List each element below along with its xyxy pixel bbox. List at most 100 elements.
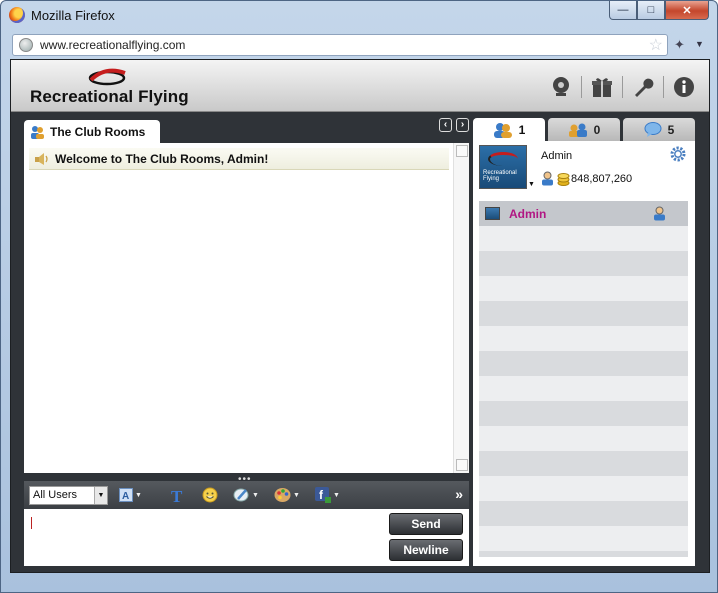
chat-bubble-icon	[644, 122, 662, 137]
url-text[interactable]: www.recreationalflying.com	[40, 38, 185, 52]
palette-icon	[274, 488, 291, 502]
list-row	[479, 401, 688, 426]
profile-name: Admin	[541, 150, 573, 162]
emoticon-icon	[202, 487, 218, 503]
list-row	[479, 426, 688, 451]
user-icon	[542, 171, 553, 186]
logo-swoosh-icon	[88, 68, 126, 86]
list-row	[479, 526, 688, 551]
text-cursor	[31, 517, 32, 529]
list-row	[479, 501, 688, 526]
divider	[663, 76, 664, 98]
header-toolbar	[546, 74, 699, 100]
text-style-button[interactable]: T	[170, 486, 186, 504]
user-list-item[interactable]: Admin	[479, 201, 688, 226]
brush-icon	[233, 488, 249, 502]
app-header: Recreational Flying	[11, 60, 709, 112]
minimize-button[interactable]: —	[609, 1, 637, 20]
tab-conversations-count: 5	[667, 122, 675, 137]
addons-icon[interactable]: ✦	[674, 37, 685, 53]
list-row	[479, 326, 688, 351]
users-icon	[31, 126, 44, 139]
tab-users-count: 1	[518, 122, 526, 137]
window-controls: — □ ✕	[609, 1, 709, 20]
list-row	[479, 351, 688, 376]
scroll-down-button[interactable]	[456, 459, 468, 471]
users-icon	[493, 122, 512, 138]
logo-text: Recreational Flying	[30, 87, 189, 106]
chat-app: Recreational Flying The Club Rooms ‹ › W…	[10, 59, 710, 573]
svg-text:T: T	[171, 487, 183, 503]
list-row	[479, 476, 688, 501]
expand-icon[interactable]: »	[455, 486, 463, 502]
color-button[interactable]: ▼	[274, 486, 300, 504]
newline-button[interactable]: Newline	[389, 539, 463, 561]
welcome-message: Welcome to The Club Rooms, Admin!	[29, 148, 449, 170]
tab-groups-count: 0	[593, 122, 601, 137]
chevron-down-icon[interactable]: ▼	[528, 181, 535, 188]
logo-swoosh-icon	[488, 152, 518, 166]
list-row	[479, 301, 688, 326]
facebook-share-button[interactable]: f ▼	[315, 486, 340, 504]
user-icon	[654, 206, 665, 221]
user-list: Admin	[479, 201, 688, 557]
svg-text:A: A	[122, 491, 129, 502]
chevron-down-icon: ▼	[252, 491, 259, 499]
list-row	[479, 451, 688, 476]
emoticon-button[interactable]	[202, 486, 218, 504]
firefox-icon	[9, 7, 25, 23]
wrench-icon[interactable]	[628, 74, 658, 100]
title-bar: Mozilla Firefox — □ ✕	[1, 1, 717, 31]
gear-icon[interactable]	[670, 146, 686, 162]
list-row	[479, 376, 688, 401]
divider	[622, 76, 623, 98]
chevron-right-icon[interactable]: ›	[456, 118, 469, 132]
list-row	[479, 251, 688, 276]
chat-toolbar: All Users ▼ A ▼ T ▼ ▼ f ▼ »	[24, 481, 469, 509]
profile-avatar[interactable]: Recreational Flying	[479, 145, 527, 189]
tab-groups[interactable]: 0	[548, 118, 620, 141]
users-panel: Recreational Flying ▼ Admin 848,807,260 …	[473, 141, 695, 566]
coins-icon	[557, 173, 570, 186]
tab-club-rooms[interactable]: The Club Rooms	[24, 120, 160, 143]
chevron-down-icon: ▼	[94, 487, 107, 504]
scroll-up-button[interactable]	[456, 145, 468, 157]
gift-icon[interactable]	[587, 74, 617, 100]
chevron-down-icon: ▼	[293, 491, 300, 499]
group-icon	[568, 123, 587, 137]
chevron-left-icon[interactable]: ‹	[439, 118, 452, 132]
font-icon: A	[119, 488, 133, 502]
browser-window: Mozilla Firefox — □ ✕ www.recreationalfl…	[0, 0, 718, 593]
chat-scrollbar[interactable]	[453, 143, 469, 473]
address-bar[interactable]: www.recreationalflying.com ☆	[12, 34, 668, 56]
maximize-button[interactable]: □	[637, 1, 665, 20]
globe-icon	[19, 38, 33, 52]
avatar-label: Recreational Flying	[483, 170, 517, 182]
info-icon[interactable]	[669, 74, 699, 100]
coins-balance: 848,807,260	[571, 173, 633, 185]
webcam-icon[interactable]	[546, 74, 576, 100]
chat-messages[interactable]: Welcome to The Club Rooms, Admin!	[24, 143, 469, 473]
recipient-select[interactable]: All Users ▼	[29, 486, 108, 505]
list-row	[479, 226, 688, 251]
tab-label: The Club Rooms	[50, 125, 146, 139]
tab-conversations[interactable]: 5	[623, 118, 695, 141]
font-button[interactable]: A ▼	[119, 486, 142, 504]
speaker-icon	[35, 153, 48, 165]
text-style-icon: T	[171, 487, 183, 503]
window-title: Mozilla Firefox	[31, 8, 115, 23]
tab-nav: ‹ ›	[439, 118, 469, 132]
user-name[interactable]: Admin	[509, 207, 546, 221]
brush-button[interactable]: ▼	[233, 486, 259, 504]
bookmark-star-icon[interactable]: ☆	[649, 35, 663, 55]
send-button[interactable]: Send	[389, 513, 463, 535]
avatar	[485, 207, 500, 220]
tab-users[interactable]: 1	[473, 118, 545, 141]
facebook-icon: f	[315, 487, 331, 503]
recipient-select-value: All Users	[33, 489, 78, 501]
welcome-text: Welcome to The Club Rooms, Admin!	[55, 152, 269, 166]
chevron-down-icon: ▼	[333, 491, 340, 499]
message-input[interactable]: Send Newline	[24, 509, 469, 566]
close-button[interactable]: ✕	[665, 1, 709, 20]
chevron-down-icon[interactable]: ▼	[695, 39, 704, 49]
